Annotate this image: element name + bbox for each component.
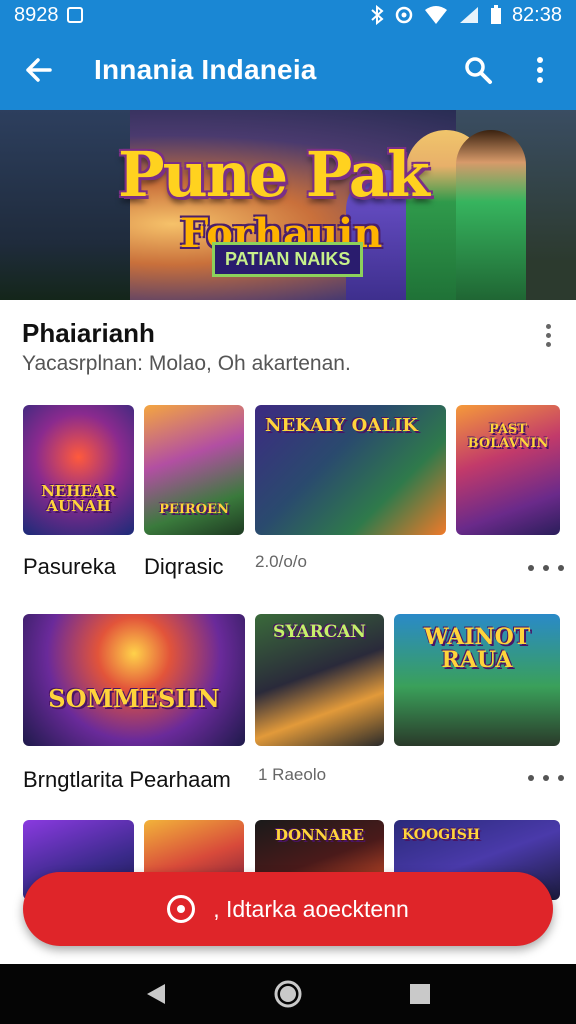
section-more-button[interactable] xyxy=(538,320,558,350)
game-card-title: PAST BOLAVNIN xyxy=(467,422,549,451)
more-vertical-icon xyxy=(537,57,543,83)
notification-icon xyxy=(66,7,83,23)
hero-banner[interactable]: Pune Pak Forhauin PATIAN NAIKS xyxy=(0,110,576,300)
game-card[interactable]: NEKAIY OALIK xyxy=(255,405,446,535)
game-card[interactable]: NEHEAR AUNAH xyxy=(23,405,134,535)
back-button[interactable] xyxy=(16,48,60,92)
section-title: Phaiarianh xyxy=(22,318,155,348)
record-icon xyxy=(167,895,196,923)
hero-character-3 xyxy=(456,130,526,300)
app-bar: Innania Indaneia xyxy=(0,30,576,110)
game-card-title: SYARCAN xyxy=(273,622,366,642)
row1-label-1: Pasureka xyxy=(23,554,116,579)
status-time-left: 8928 xyxy=(14,3,59,26)
primary-action-label: , Idtarka aoecktenn xyxy=(213,895,409,922)
square-recents-icon xyxy=(410,984,430,1004)
nav-recents-button[interactable] xyxy=(398,972,442,1016)
status-time-right: 82:38 xyxy=(511,3,562,26)
game-card-title: NEHEAR AUNAH xyxy=(41,481,116,516)
row1-label-2: Diqrasic xyxy=(144,554,224,579)
game-card-title: NEKAIY OALIK xyxy=(265,415,418,436)
more-options-button[interactable] xyxy=(520,50,560,90)
game-card[interactable]: PEIROEN xyxy=(144,405,244,535)
game-card-title: SOMMESIIN xyxy=(48,684,220,713)
game-card[interactable]: SYARCAN xyxy=(255,614,384,746)
circle-home-icon xyxy=(274,980,302,1008)
search-button[interactable] xyxy=(458,50,498,90)
arrow-left-icon xyxy=(26,58,52,82)
nav-back-button[interactable] xyxy=(134,972,178,1016)
status-bar: 8928 82:38 xyxy=(0,0,576,30)
game-card-title: PEIROEN xyxy=(159,502,229,518)
hero-background-left xyxy=(0,110,130,300)
triangle-back-icon xyxy=(147,984,165,1004)
row2-label: Brngtlarita Pearhaam xyxy=(23,767,231,792)
search-icon xyxy=(465,57,492,84)
row1-more-button[interactable] xyxy=(528,560,564,576)
battery-icon xyxy=(490,5,501,24)
system-navigation-bar xyxy=(0,964,576,1024)
game-card[interactable]: SOMMESIIN xyxy=(23,614,245,746)
game-card[interactable]: PAST BOLAVNIN xyxy=(456,405,560,535)
nav-home-button[interactable] xyxy=(266,972,310,1016)
primary-action-button[interactable]: , Idtarka aoecktenn xyxy=(23,872,553,946)
game-card[interactable]: WAINOT RAUA xyxy=(394,614,560,746)
sync-icon xyxy=(395,6,413,24)
game-card-title: WAINOT RAUA xyxy=(423,624,531,674)
hero-logo-banner: PATIAN NAIKS xyxy=(212,242,364,277)
section-subtitle: Yacasrplnan: Molao, Oh akartenan. xyxy=(22,352,351,375)
wifi-icon xyxy=(424,6,447,24)
row1-meta: 2.0/o/o xyxy=(255,552,307,571)
hero-logo-title: Pune Pak xyxy=(118,138,430,211)
bluetooth-icon xyxy=(371,5,384,25)
row2-more-button[interactable] xyxy=(528,770,564,786)
app-title: Innania Indaneia xyxy=(94,54,317,85)
game-card-title: KOOGISH xyxy=(402,827,481,843)
row2-meta: 1 Raeolo xyxy=(258,765,327,784)
signal-icon xyxy=(459,7,478,23)
game-card-title: DONNARE xyxy=(274,826,365,844)
